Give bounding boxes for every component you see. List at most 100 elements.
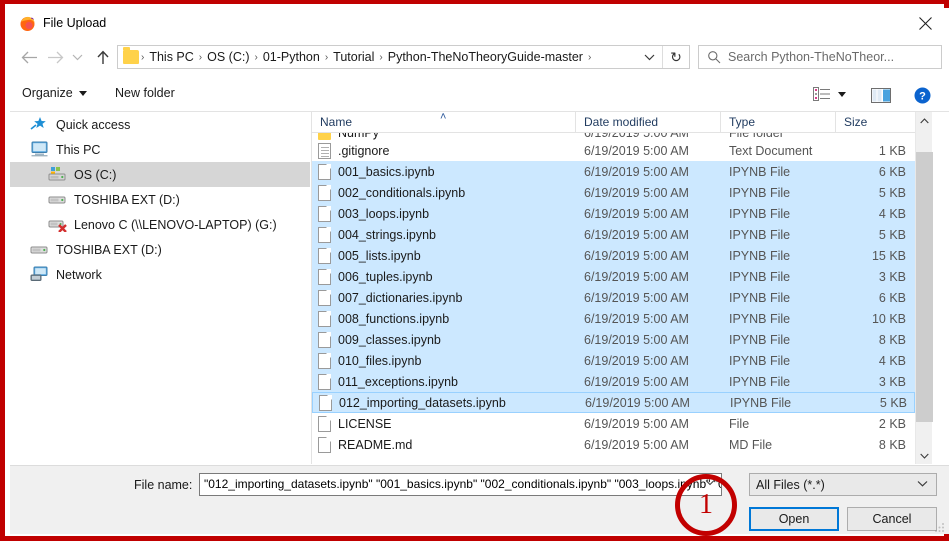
file-name-label: 008_functions.ipynb [338, 311, 450, 326]
file-type-cell: IPYNB File [729, 374, 791, 389]
file-row[interactable]: 005_lists.ipynb 6/19/2019 5:00 AM IPYNB Fi… [312, 245, 915, 266]
file-size-cell: 1 KB [878, 143, 906, 158]
vertical-scrollbar[interactable] [915, 112, 933, 464]
column-header-date-modified[interactable]: Date modified [576, 111, 721, 133]
file-row[interactable]: 012_importing_datasets.ipynb 6/19/2019 5:… [312, 392, 915, 413]
resize-grip-icon[interactable] [935, 521, 945, 532]
breadcrumb-chevron-down-icon[interactable] [637, 46, 661, 68]
chevron-down-icon [917, 479, 928, 490]
file-name-cell: 008_functions.ipynb [312, 310, 576, 327]
network-icon [30, 266, 50, 283]
file-type-filter-select[interactable]: All Files (*.*) [749, 473, 937, 496]
nav-item-toshiba-ext-d[interactable]: TOSHIBA EXT (D:) [10, 237, 310, 262]
file-name-cell: LICENSE [312, 415, 576, 432]
nav-item-label: Lenovo C (\\LENOVO-LAPTOP) (G:) [74, 217, 277, 232]
file-upload-dialog: File Upload › This PC › OS (C:) › 01-Pyt… [10, 8, 949, 534]
file-row[interactable]: 007_dictionaries.ipynb 6/19/2019 5:00 AM I… [312, 287, 915, 308]
preview-pane-icon[interactable] [871, 88, 891, 106]
file-type-cell: IPYNB File [729, 206, 791, 221]
file-row[interactable]: 008_functions.ipynb 6/19/2019 5:00 AM IPYN… [312, 308, 915, 329]
file-size-cell: 5 KB [878, 227, 906, 242]
nav-item-quick-access[interactable]: Quick access [10, 112, 310, 137]
file-icon [319, 394, 332, 411]
file-date-cell: 6/19/2019 5:00 AM [584, 332, 689, 347]
cancel-button[interactable]: Cancel [847, 507, 937, 531]
file-row[interactable]: 011_exceptions.ipynb 6/19/2019 5:00 AM IPY… [312, 371, 915, 392]
organize-label: Organize [22, 86, 73, 100]
column-header-type[interactable]: Type [721, 111, 836, 133]
breadcrumb-item-0[interactable]: This PC [146, 50, 196, 64]
file-row[interactable]: LICENSE 6/19/2019 5:00 AM File 2 KB [312, 413, 915, 434]
text-document-icon [318, 142, 331, 159]
local-disk-icon [48, 166, 68, 183]
organize-button[interactable]: Organize [22, 86, 87, 100]
breadcrumb-separator: › [324, 51, 329, 63]
file-name-input[interactable]: "012_importing_datasets.ipynb" "001_basi… [199, 473, 722, 496]
scrollbar-thumb[interactable] [916, 152, 933, 422]
this-pc-monitor-icon [30, 141, 50, 158]
forward-arrow-icon[interactable] [44, 46, 66, 68]
back-arrow-icon[interactable] [18, 46, 40, 68]
help-icon[interactable]: ? [914, 87, 931, 107]
nav-item-toshiba-ext-d[interactable]: TOSHIBA EXT (D:) [10, 187, 310, 212]
file-size-cell: 6 KB [878, 290, 906, 305]
file-icon [318, 163, 331, 180]
close-button[interactable] [903, 8, 949, 38]
up-arrow-icon[interactable] [92, 46, 114, 68]
scroll-up-button[interactable] [916, 112, 933, 129]
file-name-label: File name: [134, 478, 193, 492]
breadcrumb-item-1[interactable]: OS (C:) [204, 50, 252, 64]
annotation-frame: File Upload › This PC › OS (C:) › 01-Pyt… [0, 0, 949, 541]
folder-icon [318, 133, 331, 140]
file-date-cell: 6/19/2019 5:00 AM [584, 185, 689, 200]
file-list-pane: Name ˄ Date modified Type Size NumPy 6/19… [311, 111, 949, 464]
breadcrumb-item-2[interactable]: 01-Python [260, 50, 323, 64]
file-row[interactable]: README.md 6/19/2019 5:00 AM MD File 8 KB [312, 434, 915, 455]
view-list-icon[interactable] [813, 87, 846, 101]
file-size-cell: 6 KB [878, 164, 906, 179]
file-icon [318, 247, 331, 264]
refresh-icon[interactable]: ↻ [662, 46, 689, 68]
file-date-cell: 6/19/2019 5:00 AM [584, 374, 689, 389]
breadcrumb-item-4[interactable]: Python-TheNoTheoryGuide-master [385, 50, 586, 64]
file-date-cell: 6/19/2019 5:00 AM [584, 311, 689, 326]
navigation-pane: Quick access This PC OS (C:) TOSHIBA EXT (D… [10, 112, 310, 464]
file-row[interactable]: 009_classes.ipynb 6/19/2019 5:00 AM IPYNB … [312, 329, 915, 350]
file-icon [318, 268, 331, 285]
file-row[interactable]: 003_loops.ipynb 6/19/2019 5:00 AM IPYNB Fi… [312, 203, 915, 224]
search-input[interactable]: Search Python-TheNoTheor... [698, 45, 942, 69]
file-row[interactable]: 001_basics.ipynb 6/19/2019 5:00 AM IPYNB F… [312, 161, 915, 182]
file-name-label: 012_importing_datasets.ipynb [339, 395, 506, 410]
column-header-name[interactable]: Name ˄ [312, 111, 576, 133]
file-name-label: 006_tuples.ipynb [338, 269, 433, 284]
file-name-cell: 001_basics.ipynb [312, 163, 576, 180]
nav-item-lenovo-c-lenovo-laptop-g[interactable]: Lenovo C (\\LENOVO-LAPTOP) (G:) [10, 212, 310, 237]
file-date-cell: 6/19/2019 5:00 AM [584, 269, 689, 284]
nav-item-this-pc[interactable]: This PC [10, 137, 310, 162]
file-row[interactable]: 004_strings.ipynb 6/19/2019 5:00 AM IPYNB … [312, 224, 915, 245]
breadcrumb-item-3[interactable]: Tutorial [330, 50, 377, 64]
column-header-size[interactable]: Size [836, 112, 915, 133]
breadcrumb-separator: › [254, 51, 258, 63]
file-row[interactable]: 010_files.ipynb 6/19/2019 5:00 AM IPYNB Fi… [312, 350, 915, 371]
file-row[interactable]: 006_tuples.ipynb 6/19/2019 5:00 AM IPYNB F… [312, 266, 915, 287]
breadcrumb-separator: › [379, 51, 383, 63]
file-name-cell: NumPy [312, 133, 576, 140]
file-icon [318, 415, 331, 432]
new-folder-button[interactable]: New folder [115, 86, 175, 100]
recent-locations-chevron-down-icon[interactable] [68, 46, 86, 68]
file-size-cell: 3 KB [878, 269, 906, 284]
breadcrumb-bar[interactable]: › This PC › OS (C:) › 01-Python › Tutori… [117, 45, 690, 69]
scroll-down-button[interactable] [916, 447, 933, 464]
file-name-label: 010_files.ipynb [338, 353, 422, 368]
file-row[interactable]: 002_conditionals.ipynb 6/19/2019 5:00 AM I… [312, 182, 915, 203]
file-type-filter-value: All Files (*.*) [756, 477, 825, 492]
file-name-label: 005_lists.ipynb [338, 248, 421, 263]
file-name-cell: 010_files.ipynb [312, 352, 576, 369]
nav-item-network[interactable]: Network [10, 262, 310, 287]
file-row[interactable]: NumPy 6/19/2019 5:00 AM File folder [312, 133, 915, 140]
file-row[interactable]: .gitignore 6/19/2019 5:00 AM Text Document… [312, 140, 915, 161]
nav-item-os-c[interactable]: OS (C:) [10, 162, 310, 187]
open-button[interactable]: Open [749, 507, 839, 531]
file-icon [318, 352, 331, 369]
